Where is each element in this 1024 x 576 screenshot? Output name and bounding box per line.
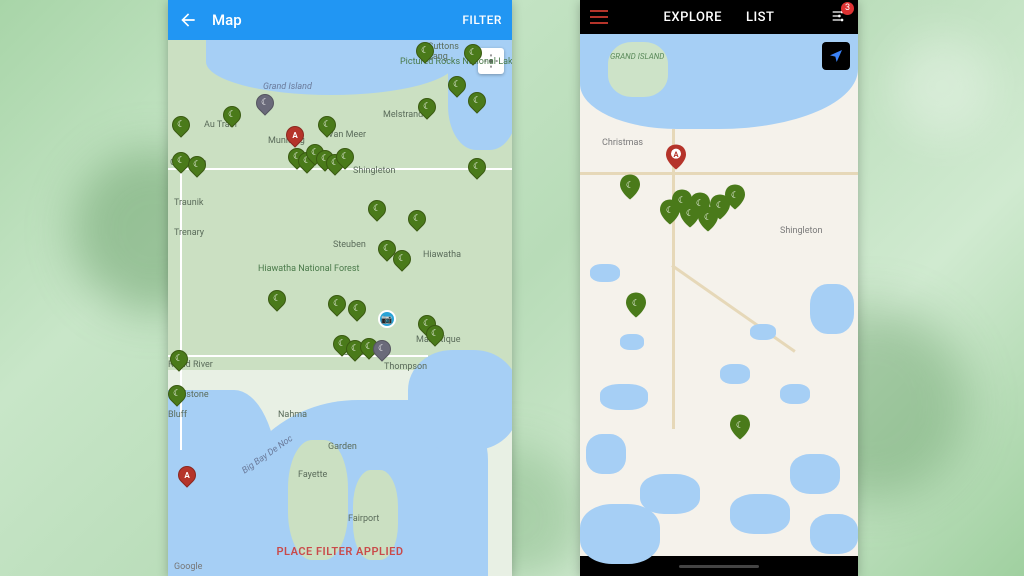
label-shingleton-b: Shingleton	[780, 226, 822, 236]
label-hiawatha-nf: Hiawatha National Forest	[258, 265, 338, 275]
page-title: Map	[212, 11, 462, 29]
svg-text:☾: ☾	[626, 181, 634, 191]
label-traunik: Traunik	[174, 198, 204, 208]
filter-applied-banner: PLACE FILTER APPLIED	[168, 545, 512, 558]
label-nahma: Nahma	[278, 410, 307, 420]
label-thompson: Thompson	[384, 362, 427, 372]
camp-pin[interactable]: ☾	[620, 174, 640, 200]
svg-text:☾: ☾	[632, 299, 640, 309]
map-b[interactable]: GRAND ISLAND Christmas Shingleton A ☾ ☾ …	[580, 34, 858, 556]
home-indicator[interactable]	[679, 565, 759, 568]
label-bluff: Bluff	[168, 410, 187, 420]
phone-left: Map FILTER Grand Island Pi	[168, 0, 512, 576]
label-shingleton: Shingleton	[353, 166, 395, 176]
photo-pin[interactable]	[378, 310, 396, 328]
header-a: Map FILTER	[168, 0, 512, 40]
label-fayette: Fayette	[298, 470, 327, 480]
label-steuben: Steuben	[333, 240, 366, 250]
label-fairport: Fairport	[348, 514, 379, 524]
camp-pin[interactable]: ☾	[730, 414, 750, 440]
label-garden: Garden	[328, 442, 357, 452]
label-hiawatha: Hiawatha	[423, 250, 461, 260]
label-melstrand: Melstrand	[383, 110, 423, 120]
label-grand-island-b: GRAND ISLAND	[610, 52, 664, 61]
svg-text:☾: ☾	[731, 191, 739, 201]
navigate-button[interactable]	[822, 42, 850, 70]
filter-button[interactable]: FILTER	[462, 13, 502, 27]
hamburger-icon[interactable]	[590, 10, 608, 24]
svg-text:☾: ☾	[736, 421, 744, 431]
tab-list[interactable]: LIST	[746, 10, 775, 25]
koa-pin[interactable]: A	[666, 144, 686, 170]
back-icon[interactable]	[178, 10, 198, 30]
tab-explore[interactable]: EXPLORE	[664, 10, 722, 25]
label-trenary: Trenary	[174, 228, 204, 238]
label-christmas: Christmas	[602, 138, 643, 148]
map-a[interactable]: Grand Island Pictured Rocks National Lak…	[168, 40, 512, 576]
header-b: EXPLORE LIST 3	[580, 0, 858, 34]
camp-pin[interactable]: ☾	[626, 292, 646, 318]
phone-right: EXPLORE LIST 3	[580, 0, 858, 576]
filter-badge-count: 3	[841, 2, 854, 15]
map-attribution: Google	[174, 562, 202, 572]
filter-settings-button[interactable]: 3	[830, 8, 848, 26]
camp-pin[interactable]: ☾	[725, 184, 745, 210]
label-grand-island: Grand Island	[263, 82, 312, 92]
svg-text:☾: ☾	[716, 201, 724, 211]
